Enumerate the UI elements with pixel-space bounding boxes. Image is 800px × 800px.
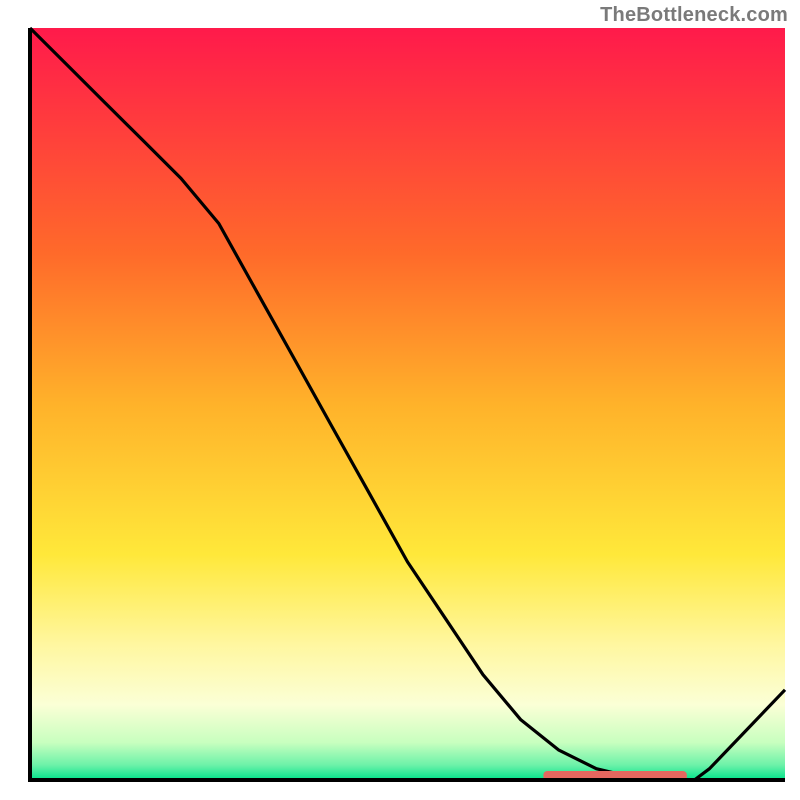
chart-container: TheBottleneck.com xyxy=(0,0,800,800)
bottleneck-chart xyxy=(0,0,800,800)
